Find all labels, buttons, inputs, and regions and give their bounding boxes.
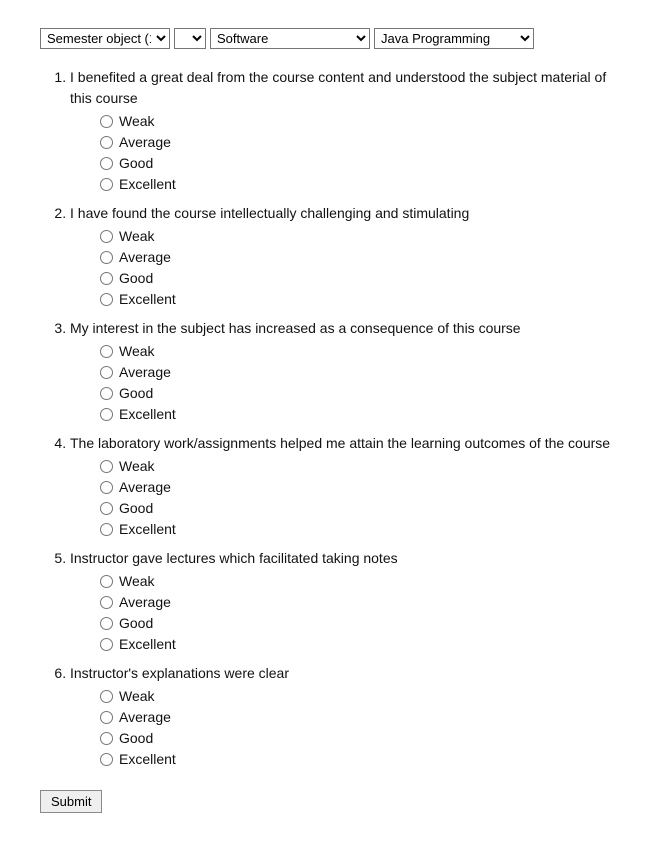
rating-label: Weak <box>119 226 155 247</box>
rating-label: Good <box>119 383 153 404</box>
rating-option[interactable]: Good <box>100 498 620 519</box>
rating-label: Good <box>119 613 153 634</box>
rating-radio[interactable] <box>100 575 113 588</box>
rating-label: Average <box>119 592 171 613</box>
rating-radio[interactable] <box>100 460 113 473</box>
rating-option[interactable]: Excellent <box>100 404 620 425</box>
question-text: I benefited a great deal from the course… <box>70 69 606 106</box>
rating-radio[interactable] <box>100 690 113 703</box>
rating-label: Excellent <box>119 404 176 425</box>
rating-option[interactable]: Good <box>100 268 620 289</box>
question-text: Instructor's explanations were clear <box>70 665 289 681</box>
question-item: I benefited a great deal from the course… <box>70 67 620 195</box>
option-group: WeakAverageGoodExcellent <box>70 456 620 540</box>
rating-option[interactable]: Average <box>100 707 620 728</box>
option-group: WeakAverageGoodExcellent <box>70 111 620 195</box>
rating-label: Good <box>119 268 153 289</box>
rating-option[interactable]: Weak <box>100 571 620 592</box>
question-list: I benefited a great deal from the course… <box>40 67 620 770</box>
option-group: WeakAverageGoodExcellent <box>70 226 620 310</box>
rating-label: Excellent <box>119 174 176 195</box>
rating-radio[interactable] <box>100 408 113 421</box>
rating-label: Good <box>119 728 153 749</box>
rating-label: Weak <box>119 456 155 477</box>
rating-option[interactable]: Excellent <box>100 289 620 310</box>
rating-radio[interactable] <box>100 502 113 515</box>
rating-radio[interactable] <box>100 136 113 149</box>
question-item: My interest in the subject has increased… <box>70 318 620 425</box>
filter-bar: Semester object (1) Software Java Progra… <box>40 28 620 49</box>
rating-label: Excellent <box>119 289 176 310</box>
rating-radio[interactable] <box>100 293 113 306</box>
rating-radio[interactable] <box>100 251 113 264</box>
option-group: WeakAverageGoodExcellent <box>70 571 620 655</box>
course-select[interactable]: Java Programming <box>374 28 534 49</box>
rating-label: Excellent <box>119 749 176 770</box>
rating-radio[interactable] <box>100 272 113 285</box>
option-group: WeakAverageGoodExcellent <box>70 341 620 425</box>
question-item: The laboratory work/assignments helped m… <box>70 433 620 540</box>
program-select[interactable]: Software <box>210 28 370 49</box>
rating-option[interactable]: Excellent <box>100 634 620 655</box>
rating-radio[interactable] <box>100 617 113 630</box>
question-text: My interest in the subject has increased… <box>70 320 521 336</box>
rating-option[interactable]: Average <box>100 477 620 498</box>
rating-radio[interactable] <box>100 523 113 536</box>
option-group: WeakAverageGoodExcellent <box>70 686 620 770</box>
rating-label: Average <box>119 132 171 153</box>
rating-label: Weak <box>119 341 155 362</box>
rating-option[interactable]: Excellent <box>100 519 620 540</box>
rating-radio[interactable] <box>100 178 113 191</box>
submit-button[interactable]: Submit <box>40 790 102 813</box>
rating-radio[interactable] <box>100 596 113 609</box>
rating-label: Average <box>119 477 171 498</box>
rating-label: Average <box>119 247 171 268</box>
rating-label: Good <box>119 153 153 174</box>
rating-option[interactable]: Average <box>100 362 620 383</box>
question-item: Instructor gave lectures which facilitat… <box>70 548 620 655</box>
rating-label: Weak <box>119 686 155 707</box>
rating-radio[interactable] <box>100 481 113 494</box>
rating-option[interactable]: Good <box>100 153 620 174</box>
rating-option[interactable]: Weak <box>100 686 620 707</box>
rating-option[interactable]: Average <box>100 132 620 153</box>
rating-option[interactable]: Weak <box>100 456 620 477</box>
rating-option[interactable]: Excellent <box>100 174 620 195</box>
rating-label: Excellent <box>119 634 176 655</box>
rating-option[interactable]: Average <box>100 247 620 268</box>
rating-label: Weak <box>119 571 155 592</box>
rating-label: Weak <box>119 111 155 132</box>
rating-option[interactable]: Excellent <box>100 749 620 770</box>
rating-option[interactable]: Good <box>100 613 620 634</box>
question-item: Instructor's explanations were clear Weak… <box>70 663 620 770</box>
blank-select[interactable] <box>174 28 206 49</box>
rating-radio[interactable] <box>100 711 113 724</box>
rating-option[interactable]: Weak <box>100 226 620 247</box>
rating-option[interactable]: Average <box>100 592 620 613</box>
rating-radio[interactable] <box>100 366 113 379</box>
rating-option[interactable]: Good <box>100 383 620 404</box>
rating-radio[interactable] <box>100 230 113 243</box>
semester-select[interactable]: Semester object (1) <box>40 28 170 49</box>
rating-radio[interactable] <box>100 732 113 745</box>
rating-label: Excellent <box>119 519 176 540</box>
rating-radio[interactable] <box>100 115 113 128</box>
question-text: The laboratory work/assignments helped m… <box>70 435 610 451</box>
rating-radio[interactable] <box>100 345 113 358</box>
rating-radio[interactable] <box>100 638 113 651</box>
question-text: Instructor gave lectures which facilitat… <box>70 550 398 566</box>
rating-option[interactable]: Weak <box>100 341 620 362</box>
rating-option[interactable]: Weak <box>100 111 620 132</box>
question-text: I have found the course intellectually c… <box>70 205 469 221</box>
rating-label: Good <box>119 498 153 519</box>
rating-label: Average <box>119 362 171 383</box>
rating-radio[interactable] <box>100 387 113 400</box>
rating-option[interactable]: Good <box>100 728 620 749</box>
rating-radio[interactable] <box>100 753 113 766</box>
rating-label: Average <box>119 707 171 728</box>
rating-radio[interactable] <box>100 157 113 170</box>
question-item: I have found the course intellectually c… <box>70 203 620 310</box>
